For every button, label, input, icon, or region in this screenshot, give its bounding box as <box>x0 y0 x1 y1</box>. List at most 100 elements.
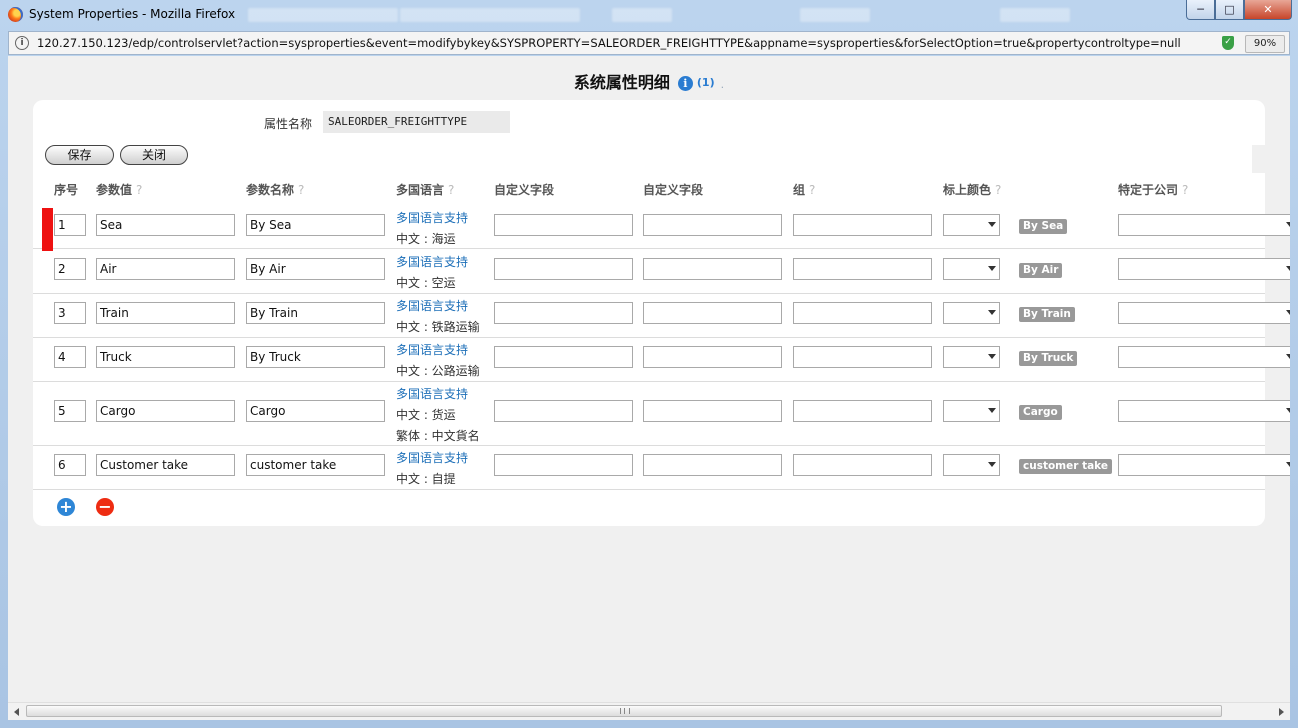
param-value-input[interactable]: Customer take <box>96 454 235 476</box>
param-name-input[interactable]: customer take <box>246 454 385 476</box>
maximize-button[interactable]: □ <box>1215 0 1244 20</box>
page-title: 系统属性明细 <box>573 73 670 92</box>
dropdown-arrow-icon <box>1286 462 1290 467</box>
param-value-input[interactable]: Cargo <box>96 400 235 422</box>
custom-field-2-input[interactable] <box>643 214 782 236</box>
color-select[interactable] <box>943 454 1000 476</box>
background-tab-blur <box>400 8 580 22</box>
group-input[interactable] <box>793 302 932 324</box>
info-icon[interactable]: i <box>677 76 693 91</box>
dropdown-arrow-icon <box>988 462 996 467</box>
language-entry: 中文 : 空运 <box>396 276 456 290</box>
help-icon[interactable]: ? <box>136 183 142 197</box>
color-select[interactable] <box>943 400 1000 422</box>
shield-check-icon[interactable]: ✓ <box>1222 36 1234 50</box>
group-input[interactable] <box>793 214 932 236</box>
custom-field-2-input[interactable] <box>643 454 782 476</box>
add-row-button[interactable]: + <box>57 498 75 516</box>
seq-input[interactable]: 5 <box>54 400 86 422</box>
minimize-button[interactable]: ─ <box>1186 0 1215 20</box>
company-select[interactable] <box>1118 346 1290 368</box>
table-row: 4 Truck By Truck 多国语言支持 中文 : 公路运输 By Tru… <box>33 337 1290 382</box>
language-entry: 中文 : 海运 <box>396 232 456 246</box>
group-input[interactable] <box>793 400 932 422</box>
scrollbar-thumb[interactable] <box>26 705 1222 717</box>
custom-field-2-input[interactable] <box>643 400 782 422</box>
header-value: 参数值? <box>96 183 143 197</box>
window-controls: ─ □ ✕ <box>1186 0 1292 20</box>
zoom-level[interactable]: 90% <box>1245 35 1285 53</box>
custom-field-1-input[interactable] <box>494 346 633 368</box>
help-icon[interactable]: ? <box>809 183 815 197</box>
horizontal-scrollbar[interactable] <box>8 702 1290 720</box>
custom-field-1-input[interactable] <box>494 214 633 236</box>
color-preview-badge: By Truck <box>1019 351 1078 366</box>
company-select[interactable] <box>1118 302 1290 324</box>
dropdown-arrow-icon <box>1286 310 1290 315</box>
group-input[interactable] <box>793 454 932 476</box>
seq-input[interactable]: 6 <box>54 454 86 476</box>
color-select[interactable] <box>943 346 1000 368</box>
header-color: 标上颜色? <box>943 183 1002 197</box>
custom-field-2-input[interactable] <box>643 302 782 324</box>
custom-field-1-input[interactable] <box>494 400 633 422</box>
param-name-input[interactable]: By Truck <box>246 346 385 368</box>
color-select[interactable] <box>943 302 1000 324</box>
address-bar[interactable]: i 120.27.150.123/edp/controlservlet?acti… <box>8 31 1290 55</box>
page-heading: 系统属性明细 i (1). <box>8 69 1290 93</box>
title-dot: . <box>720 78 725 91</box>
help-icon[interactable]: ? <box>1182 183 1188 197</box>
custom-field-2-input[interactable] <box>643 346 782 368</box>
seq-input[interactable]: 4 <box>54 346 86 368</box>
seq-input[interactable]: 1 <box>54 214 86 236</box>
help-icon[interactable]: ? <box>448 183 454 197</box>
url-text[interactable]: 120.27.150.123/edp/controlservlet?action… <box>37 36 1181 50</box>
group-input[interactable] <box>793 258 932 280</box>
seq-input[interactable]: 2 <box>54 258 86 280</box>
window-title: System Properties - Mozilla Firefox <box>29 7 236 21</box>
company-select[interactable] <box>1118 454 1290 476</box>
save-button[interactable]: 保存 <box>45 145 114 165</box>
color-select[interactable] <box>943 258 1000 280</box>
background-tab-blur <box>248 8 398 22</box>
property-name-label: 属性名称 <box>264 117 313 131</box>
header-group: 组? <box>793 183 816 197</box>
seq-input[interactable]: 3 <box>54 302 86 324</box>
company-select[interactable] <box>1118 400 1290 422</box>
param-value-input[interactable]: Truck <box>96 346 235 368</box>
close-button[interactable]: 关闭 <box>120 145 188 165</box>
dropdown-arrow-icon <box>1286 222 1290 227</box>
scroll-right-icon[interactable] <box>1273 703 1290 720</box>
custom-field-1-input[interactable] <box>494 258 633 280</box>
param-value-input[interactable]: Air <box>96 258 235 280</box>
color-select[interactable] <box>943 214 1000 236</box>
custom-field-1-input[interactable] <box>494 454 633 476</box>
param-value-input[interactable]: Sea <box>96 214 235 236</box>
custom-field-2-input[interactable] <box>643 258 782 280</box>
multi-language-link[interactable]: 多国语言支持 <box>396 209 468 226</box>
param-value-input[interactable]: Train <box>96 302 235 324</box>
custom-field-1-input[interactable] <box>494 302 633 324</box>
group-input[interactable] <box>793 346 932 368</box>
company-select[interactable] <box>1118 214 1290 236</box>
multi-language-link[interactable]: 多国语言支持 <box>396 341 468 358</box>
background-tab-blur <box>612 8 672 22</box>
param-name-input[interactable]: By Train <box>246 302 385 324</box>
record-count[interactable]: (1) <box>697 76 715 89</box>
scroll-left-icon[interactable] <box>8 703 25 720</box>
multi-language-link[interactable]: 多国语言支持 <box>396 297 468 314</box>
param-name-input[interactable]: By Air <box>246 258 385 280</box>
properties-panel: 属性名称 SALEORDER_FREIGHTTYPE 保存 关闭 序号 参数值?… <box>33 100 1290 526</box>
help-icon[interactable]: ? <box>995 183 1001 197</box>
table-row: 2 Air By Air 多国语言支持 中文 : 空运 By Air <box>33 249 1290 294</box>
multi-language-link[interactable]: 多国语言支持 <box>396 449 468 466</box>
param-name-input[interactable]: Cargo <box>246 400 385 422</box>
multi-language-link[interactable]: 多国语言支持 <box>396 253 468 270</box>
company-select[interactable] <box>1118 258 1290 280</box>
remove-row-button[interactable]: − <box>96 498 114 516</box>
multi-language-link[interactable]: 多国语言支持 <box>396 385 468 402</box>
site-info-icon[interactable]: i <box>15 36 29 50</box>
help-icon[interactable]: ? <box>298 183 304 197</box>
param-name-input[interactable]: By Sea <box>246 214 385 236</box>
close-window-button[interactable]: ✕ <box>1244 0 1292 20</box>
